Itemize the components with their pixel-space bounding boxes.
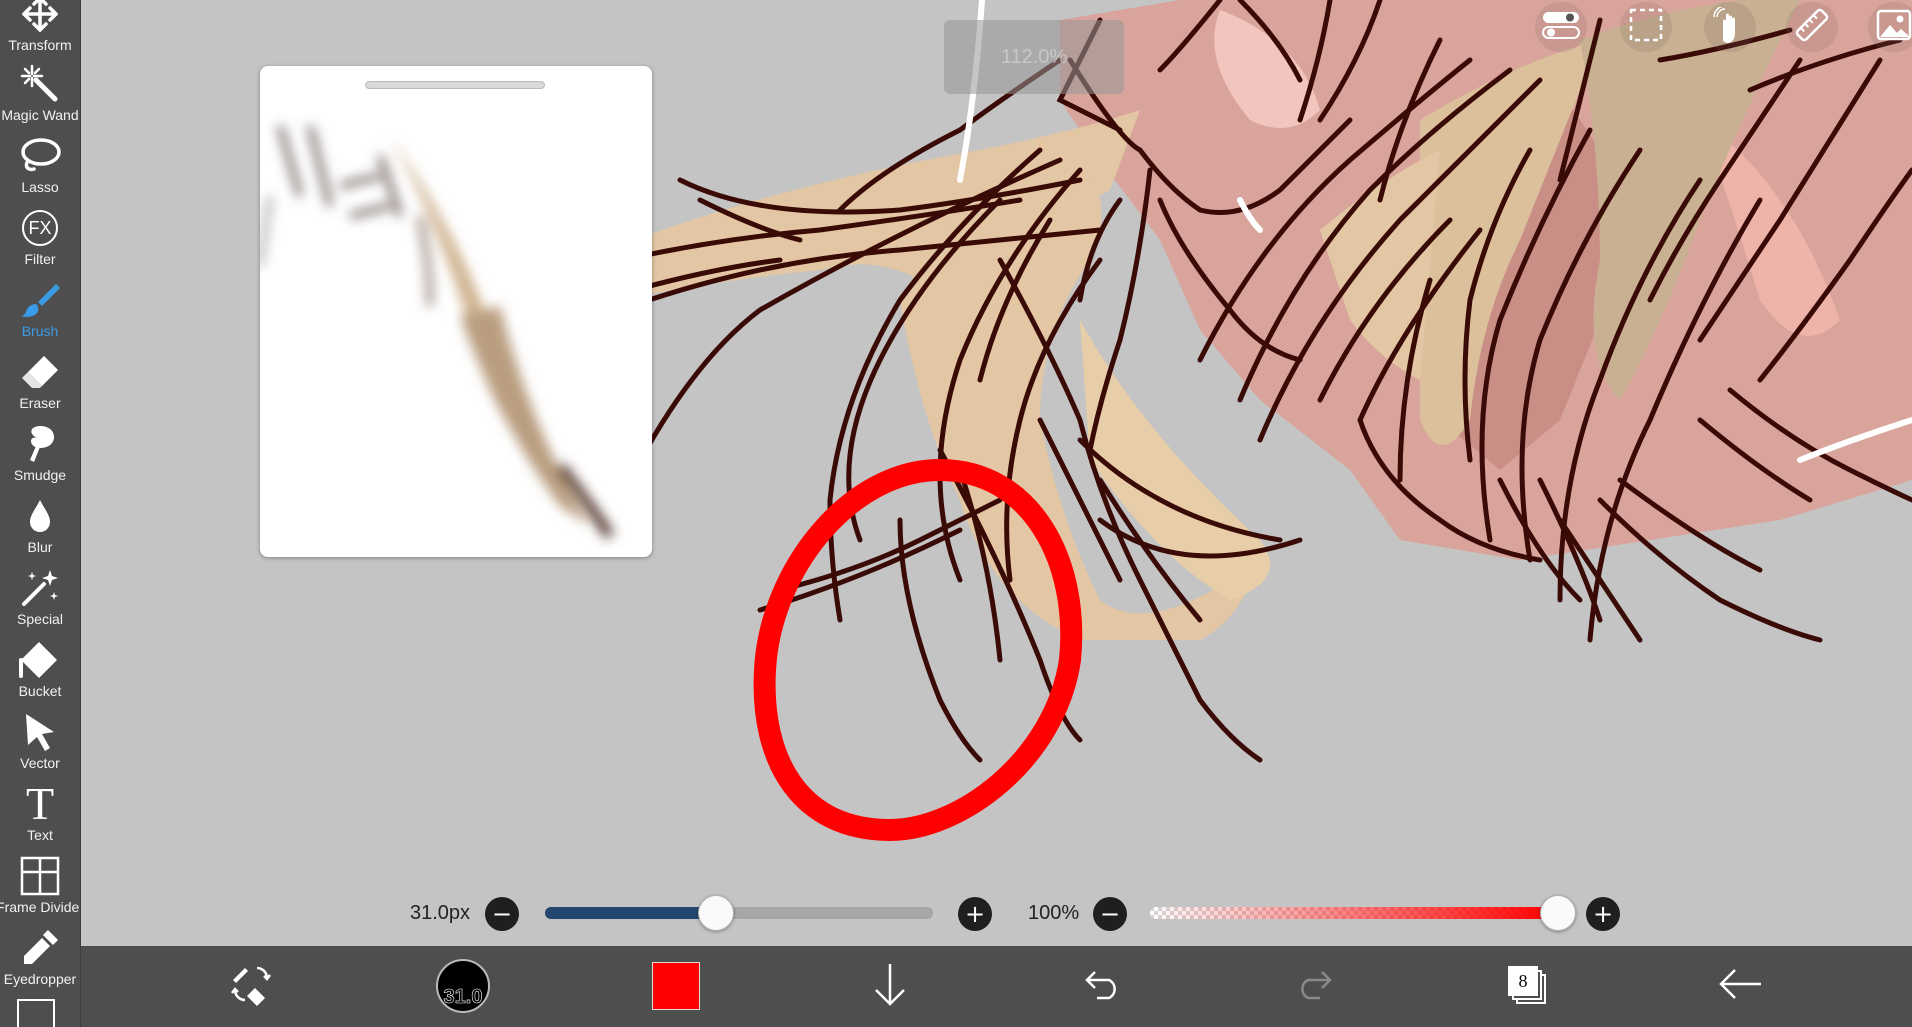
tool-blur[interactable]: Blur — [0, 492, 80, 564]
image-icon — [1876, 9, 1912, 45]
lasso-icon — [18, 134, 62, 178]
brush-size-fill — [545, 907, 716, 919]
fx-icon-text: FX — [28, 217, 52, 238]
brush-size-button[interactable]: 31.0 — [433, 956, 493, 1016]
tool-smudge[interactable]: Smudge — [0, 420, 80, 492]
tool-label: Transform — [8, 37, 72, 53]
tool-magic-wand[interactable]: Magic Wand — [0, 60, 80, 132]
back-button[interactable] — [1711, 956, 1771, 1016]
tool-vector[interactable]: Vector — [0, 708, 80, 780]
tool-label: Eraser — [19, 395, 61, 411]
tool-label: Magic Wand — [1, 107, 79, 123]
opacity-slider[interactable] — [1150, 907, 1554, 919]
opacity-increase-button[interactable]: + — [1586, 897, 1620, 931]
brush-size-icon: 31.0 — [436, 959, 490, 1013]
tool-eraser[interactable]: Eraser — [0, 348, 80, 420]
layers-button[interactable]: 8 — [1498, 956, 1558, 1016]
bottom-toolbar: 31.0 8 — [81, 946, 1912, 1027]
tool-eyedropper[interactable]: Eyedropper — [0, 924, 80, 996]
brush-size-slider[interactable] — [545, 907, 933, 919]
back-icon — [1719, 968, 1763, 1004]
tool-label: Bucket — [18, 683, 62, 699]
brush-size-increase-button[interactable]: + — [958, 897, 992, 931]
hand-gesture-button[interactable] — [1704, 2, 1756, 52]
tool-label: Special — [17, 611, 63, 627]
tool-sidebar: Transform Magic Wand Lasso FX Filter Bru… — [0, 0, 81, 1027]
tool-special[interactable]: Special — [0, 564, 80, 636]
plus-icon: + — [964, 900, 986, 928]
zoom-text: 112.0% — [1000, 45, 1068, 68]
tool-label: Eyedropper — [3, 971, 77, 987]
reference-preview — [260, 125, 615, 539]
tool-label: Blur — [27, 539, 53, 555]
vector-icon — [18, 710, 62, 754]
swap-tools-button[interactable] — [221, 956, 281, 1016]
layers-icon: 8 — [1508, 966, 1548, 1006]
tool-label: Brush — [21, 323, 59, 339]
tool-label: Frame Divider — [0, 899, 81, 915]
opacity-decrease-button[interactable]: − — [1093, 897, 1127, 931]
blur-icon — [18, 494, 62, 538]
toggle-icon — [1542, 10, 1580, 44]
brush-size-decrease-button[interactable]: − — [485, 897, 519, 931]
transform-icon — [18, 0, 62, 36]
undo-button[interactable] — [1073, 956, 1133, 1016]
minus-icon: − — [491, 900, 513, 928]
tool-label: Lasso — [21, 179, 59, 195]
minus-icon: − — [1099, 900, 1121, 928]
text-icon: T — [18, 778, 62, 829]
toggle-button[interactable] — [1535, 2, 1587, 52]
zoom-indicator: 112.0% — [944, 20, 1124, 94]
magic-wand-icon — [18, 62, 62, 106]
selection-button[interactable] — [1620, 2, 1672, 52]
text-icon-glyph: T — [25, 778, 55, 829]
next-tool-peek[interactable] — [17, 999, 55, 1027]
hand-gesture-icon — [1713, 5, 1747, 47]
ruler-icon — [1794, 7, 1830, 47]
tool-lasso[interactable]: Lasso — [0, 132, 80, 204]
opacity-value: 100% — [1028, 902, 1080, 924]
ruler-button[interactable] — [1786, 2, 1838, 52]
brush-icon — [18, 278, 62, 322]
redo-button[interactable] — [1284, 956, 1344, 1016]
tool-label: Text — [27, 827, 53, 843]
tool-label: Vector — [20, 755, 60, 771]
download-icon — [870, 962, 910, 1010]
tool-label: Filter — [24, 251, 56, 267]
image-button[interactable] — [1868, 2, 1912, 52]
eraser-icon — [18, 350, 62, 394]
redo-icon — [1294, 968, 1334, 1004]
swap-tools-icon — [229, 962, 273, 1010]
bucket-icon — [18, 638, 62, 682]
tool-frame-divider[interactable]: Frame Divider — [0, 852, 80, 924]
drawing-canvas[interactable]: 112.0% — [81, 0, 1912, 946]
brush-size-badge-text: 31.0 — [443, 986, 483, 1008]
tool-text[interactable]: T Text — [0, 780, 80, 852]
opacity-slider-knob[interactable] — [1540, 895, 1576, 931]
layer-count: 8 — [1518, 970, 1528, 991]
reference-drag-handle[interactable] — [365, 81, 545, 89]
reference-window[interactable] — [260, 66, 652, 557]
frame-divider-icon — [18, 854, 62, 898]
tool-filter[interactable]: FX Filter — [0, 204, 80, 276]
plus-icon: + — [1592, 900, 1614, 928]
tool-brush[interactable]: Brush — [0, 276, 80, 348]
special-icon — [18, 566, 62, 610]
undo-icon — [1083, 968, 1123, 1004]
selection-icon — [1629, 8, 1663, 46]
eyedropper-icon — [18, 926, 62, 970]
download-button[interactable] — [860, 956, 920, 1016]
brush-size-value: 31.0px — [410, 902, 471, 924]
color-swatch — [652, 962, 700, 1010]
smudge-icon — [18, 422, 62, 466]
tool-bucket[interactable]: Bucket — [0, 636, 80, 708]
color-swatch-button[interactable] — [646, 956, 706, 1016]
tool-label: Smudge — [13, 467, 67, 483]
brush-size-slider-knob[interactable] — [697, 895, 734, 931]
tool-transform[interactable]: Transform — [0, 0, 80, 62]
fx-icon: FX — [18, 206, 62, 250]
